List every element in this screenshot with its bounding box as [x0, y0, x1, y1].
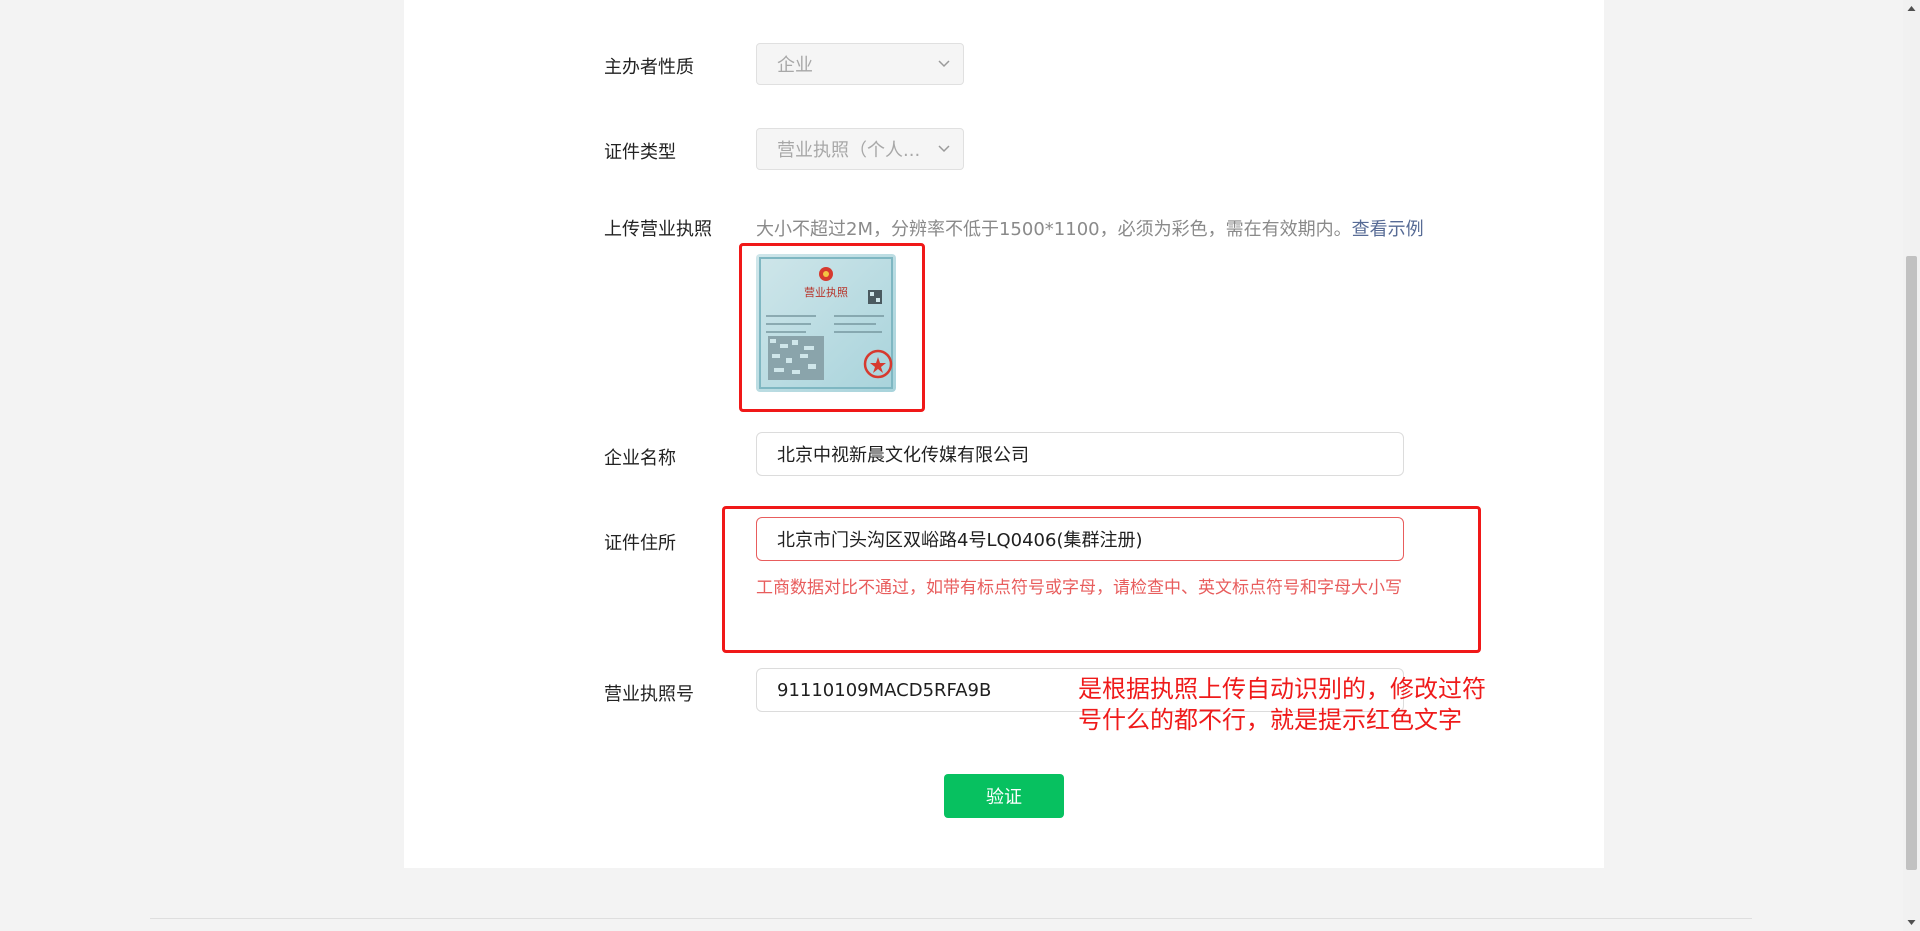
company-name-input[interactable]: 北京中视新晨文化传媒有限公司: [756, 432, 1404, 476]
license-thumbnail[interactable]: 营业执照: [756, 254, 896, 392]
footer-divider: [150, 918, 1752, 919]
host-nature-select[interactable]: 企业: [756, 43, 964, 85]
verify-button[interactable]: 验证: [944, 774, 1064, 818]
page-scrollbar[interactable]: [1903, 0, 1920, 931]
license-thumb-title: 营业执照: [804, 285, 848, 299]
host-nature-value: 企业: [777, 55, 813, 76]
license-no-label: 营业执照号: [604, 684, 694, 705]
upload-license-label: 上传营业执照: [604, 219, 712, 240]
cert-type-select[interactable]: 营业执照（个人...: [756, 128, 964, 170]
cert-type-value: 营业执照（个人...: [777, 140, 921, 161]
cert-address-error: 工商数据对比不通过，如带有标点符号或字母，请检查中、英文标点符号和字母大小写: [756, 578, 1402, 598]
scrollbar-thumb[interactable]: [1906, 256, 1917, 870]
scroll-up-icon[interactable]: [1907, 4, 1916, 13]
license-image: 营业执照: [756, 254, 896, 392]
cert-address-label: 证件住所: [604, 533, 676, 554]
annotation-note: 是根据执照上传自动识别的，修改过符号什么的都不行，就是提示红色文字: [1078, 675, 1486, 734]
view-example-link[interactable]: 查看示例: [1352, 219, 1424, 240]
upload-hint: 大小不超过2M，分辨率不低于1500*1100，必须为彩色，需在有效期内。查看示…: [756, 215, 1424, 241]
chevron-down-icon: [938, 145, 950, 153]
chevron-down-icon: [938, 60, 950, 68]
scroll-down-icon[interactable]: [1907, 918, 1916, 927]
cert-address-input[interactable]: 北京市门头沟区双峪路4号LQ0406(集群注册): [756, 517, 1404, 561]
upload-hint-text: 大小不超过2M，分辨率不低于1500*1100，必须为彩色，需在有效期内。: [756, 219, 1352, 240]
cert-type-label: 证件类型: [604, 142, 676, 163]
company-name-label: 企业名称: [604, 448, 676, 469]
host-nature-label: 主办者性质: [604, 57, 694, 78]
